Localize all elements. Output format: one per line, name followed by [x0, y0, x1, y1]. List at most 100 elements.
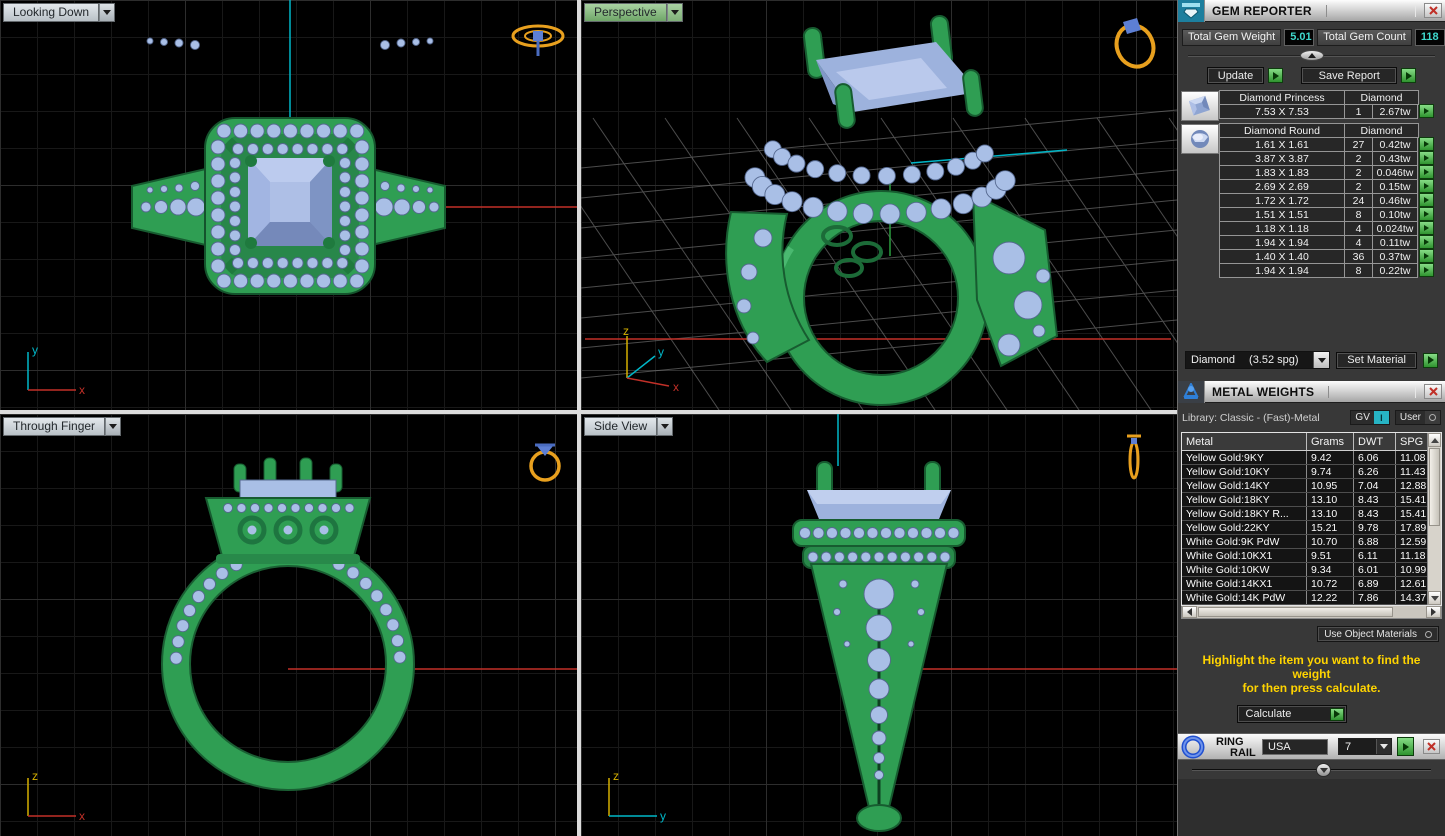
metal-row[interactable]: White Gold:10KX1 9.51 6.11 11.18: [1182, 549, 1427, 563]
gem-row-go-button[interactable]: [1419, 179, 1434, 193]
close-icon[interactable]: [1424, 3, 1442, 18]
view-dropdown-button[interactable]: [657, 417, 674, 436]
metal-row[interactable]: White Gold:14K PdW 12.22 7.86 14.37: [1182, 591, 1427, 605]
view-selector-looking-down[interactable]: Looking Down: [3, 3, 116, 22]
metal-weights-header[interactable]: METAL WEIGHTS: [1178, 380, 1445, 403]
gem-row[interactable]: 3.87 X 3.87 2 0.43tw: [1219, 151, 1442, 166]
metal-row[interactable]: Yellow Gold:14KY 10.95 7.04 12.88: [1182, 479, 1427, 493]
metal-row[interactable]: Yellow Gold:22KY 15.21 9.78 17.89: [1182, 521, 1427, 535]
scroll-down-icon[interactable]: [1428, 591, 1441, 605]
slider-handle[interactable]: [1316, 763, 1331, 777]
metal-table-header[interactable]: Metal Grams DWT SPG: [1182, 433, 1427, 451]
update-go-button[interactable]: [1268, 68, 1284, 83]
metal-row[interactable]: Yellow Gold:10KY 9.74 6.26 11.43: [1182, 465, 1427, 479]
ring-rail-icon: [1181, 735, 1205, 758]
use-object-materials-label: Use Object Materials: [1324, 628, 1417, 640]
set-material-go-button[interactable]: [1423, 352, 1438, 368]
gem-material-dropdown[interactable]: Diamond (3.52 spg): [1185, 351, 1331, 369]
set-material-button[interactable]: Set Material: [1336, 351, 1417, 369]
update-button[interactable]: Update: [1206, 67, 1265, 84]
scroll-right-icon[interactable]: [1426, 606, 1441, 618]
view-dropdown-button[interactable]: [99, 3, 116, 22]
view-label[interactable]: Perspective: [584, 3, 667, 22]
gem-row-go-button[interactable]: [1419, 249, 1434, 263]
gem-row[interactable]: 7.53 X 7.53 1 2.67tw: [1219, 104, 1442, 119]
ring-rail-slider[interactable]: [1192, 763, 1431, 779]
gem-row-go-button[interactable]: [1419, 193, 1434, 207]
user-toggle[interactable]: User: [1394, 410, 1441, 425]
gem-row[interactable]: 1.83 X 1.83 2 0.046tw: [1219, 165, 1442, 180]
metal-row[interactable]: White Gold:14KX1 10.72 6.89 12.61: [1182, 577, 1427, 591]
col-header-spg[interactable]: SPG: [1396, 433, 1427, 450]
ring-rail-close-icon[interactable]: [1423, 739, 1440, 754]
collapse-button[interactable]: [1299, 50, 1324, 61]
dropdown-arrow-button[interactable]: [1313, 352, 1330, 368]
view-dropdown-button[interactable]: [105, 417, 122, 436]
gv-state[interactable]: I: [1373, 411, 1389, 424]
viewport-through-finger[interactable]: Through Finger z x: [0, 414, 577, 836]
gem-row-go-button[interactable]: [1419, 263, 1434, 277]
gem-reporter-header[interactable]: GEM REPORTER: [1178, 0, 1445, 22]
metal-cell: 6.01: [1354, 563, 1396, 576]
viewport-divider-horizontal[interactable]: [0, 410, 1177, 414]
horizontal-scrollbar[interactable]: [1181, 606, 1442, 619]
calculate-button[interactable]: Calculate: [1236, 705, 1347, 723]
metal-row[interactable]: White Gold:9K PdW 10.70 6.88 12.59: [1182, 535, 1427, 549]
gem-size-cell: 1.51 X 1.51: [1219, 207, 1345, 222]
gem-row[interactable]: 1.18 X 1.18 4 0.024tw: [1219, 221, 1442, 236]
gem-row-go-button[interactable]: [1419, 137, 1434, 151]
view-label[interactable]: Looking Down: [3, 3, 100, 22]
view-label[interactable]: Side View: [584, 417, 658, 436]
gem-row[interactable]: 1.94 X 1.94 4 0.11tw: [1219, 235, 1442, 250]
scroll-up-icon[interactable]: [1428, 433, 1441, 447]
metal-row[interactable]: Yellow Gold:18KY R... 13.10 8.43 15.41: [1182, 507, 1427, 521]
metal-row[interactable]: Yellow Gold:18KY 13.10 8.43 15.41: [1182, 493, 1427, 507]
metal-cell: Yellow Gold:18KY: [1182, 493, 1307, 506]
user-radio[interactable]: [1425, 411, 1440, 424]
view-selector-side-view[interactable]: Side View: [584, 417, 674, 436]
dropdown-arrow-button[interactable]: [1376, 739, 1391, 754]
viewport-side-view[interactable]: Side View z y: [581, 414, 1177, 836]
save-report-go-button[interactable]: [1401, 68, 1417, 83]
viewport-looking-down[interactable]: Looking Down y x: [0, 0, 577, 410]
scroll-left-icon[interactable]: [1182, 606, 1197, 618]
gem-row-go-button[interactable]: [1419, 151, 1434, 165]
metal-cell: 12.22: [1307, 591, 1354, 604]
gem-row-go-button[interactable]: [1419, 235, 1434, 249]
view-selector-through-finger[interactable]: Through Finger: [3, 417, 122, 436]
gem-row[interactable]: 1.40 X 1.40 36 0.37tw: [1219, 249, 1442, 264]
metal-row[interactable]: White Gold:10KW 9.34 6.01 10.99: [1182, 563, 1427, 577]
view-label[interactable]: Through Finger: [3, 417, 106, 436]
gem-row-go-button[interactable]: [1419, 221, 1434, 235]
gem-row[interactable]: 2.69 X 2.69 2 0.15tw: [1219, 179, 1442, 194]
metal-row[interactable]: Yellow Gold:9KY 9.42 6.06 11.08: [1182, 451, 1427, 465]
ring-size-dropdown[interactable]: 7: [1338, 738, 1392, 755]
gem-row[interactable]: 1.51 X 1.51 8 0.10tw: [1219, 207, 1442, 222]
ring-orientation-top-icon: [511, 24, 565, 56]
scrollbar-thumb[interactable]: [1429, 448, 1440, 526]
scrollbar-thumb[interactable]: [1198, 607, 1393, 617]
gem-row[interactable]: 1.72 X 1.72 24 0.46tw: [1219, 193, 1442, 208]
gv-toggle[interactable]: GV I: [1350, 410, 1390, 425]
gem-row-go-button[interactable]: [1419, 207, 1434, 221]
ring-rail-go-button[interactable]: [1397, 737, 1414, 756]
metal-cell: 13.10: [1307, 507, 1354, 520]
gem-row[interactable]: 1.94 X 1.94 8 0.22tw: [1219, 263, 1442, 278]
ring-size-region-field[interactable]: USA: [1262, 738, 1328, 755]
view-dropdown-button[interactable]: [666, 3, 683, 22]
col-header-dwt[interactable]: DWT: [1354, 433, 1396, 450]
gem-row-go-button[interactable]: [1419, 165, 1434, 179]
viewport-perspective[interactable]: Perspective z y x: [581, 0, 1177, 410]
view-selector-perspective[interactable]: Perspective: [584, 3, 683, 22]
vertical-scrollbar[interactable]: [1427, 433, 1441, 605]
metal-cell: 7.86: [1354, 591, 1396, 604]
use-object-materials-toggle[interactable]: Use Object Materials: [1317, 626, 1439, 642]
col-header-metal[interactable]: Metal: [1182, 433, 1307, 450]
metal-cell: 14.37: [1400, 591, 1427, 604]
gem-row[interactable]: 1.61 X 1.61 27 0.42tw: [1219, 137, 1442, 152]
save-report-button[interactable]: Save Report: [1301, 67, 1398, 84]
close-icon[interactable]: [1424, 384, 1442, 399]
gem-row-go-button[interactable]: [1419, 104, 1434, 118]
col-header-grams[interactable]: Grams: [1307, 433, 1354, 450]
viewport-divider-vertical[interactable]: [577, 0, 581, 836]
